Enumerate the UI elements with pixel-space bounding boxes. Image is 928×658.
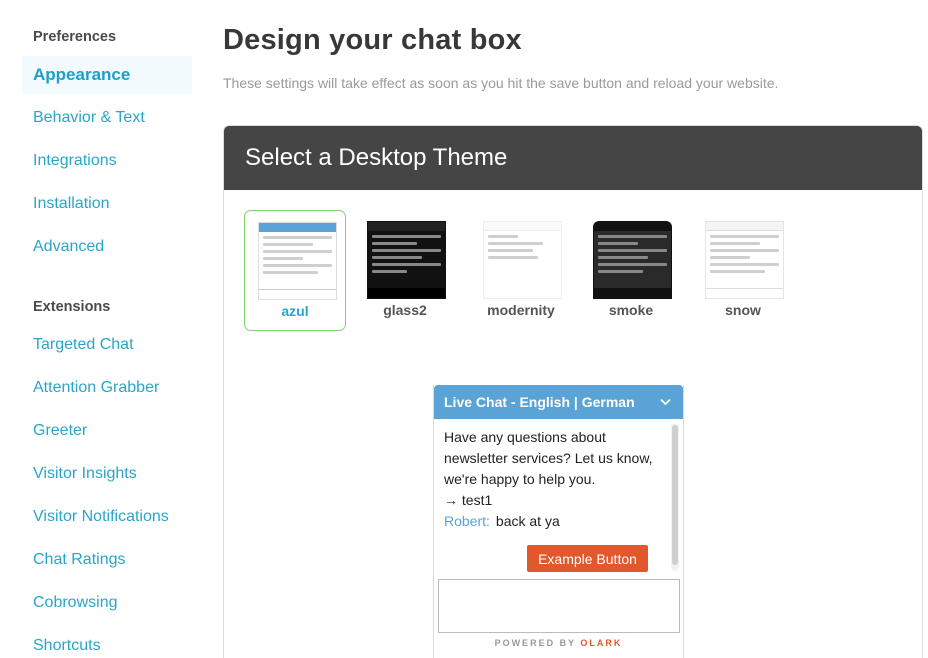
theme-thumbnail-snow bbox=[705, 221, 784, 299]
theme-label-smoke: smoke bbox=[608, 302, 654, 318]
theme-thumbnail-modernity bbox=[483, 221, 562, 299]
theme-panel: Select a Desktop Theme azul glass2 moder… bbox=[223, 125, 923, 658]
powered-by-olark: POWERED BY OLARK bbox=[434, 638, 683, 648]
sidebar-item-appearance[interactable]: Appearance bbox=[22, 56, 192, 94]
chat-scrollbar[interactable] bbox=[671, 423, 679, 571]
sidebar-item-cobrowsing[interactable]: Cobrowsing bbox=[33, 594, 117, 612]
theme-option-snow[interactable]: snow bbox=[692, 210, 794, 331]
sidebar-item-greeter[interactable]: Greeter bbox=[33, 422, 87, 440]
chat-header[interactable]: Live Chat - English | German bbox=[434, 385, 683, 419]
chat-message-visitor: → test1 bbox=[444, 492, 493, 508]
olark-brand: OLARK bbox=[580, 638, 623, 648]
powered-by-text: POWERED BY bbox=[494, 638, 576, 648]
chevron-down-icon[interactable] bbox=[660, 385, 671, 419]
chat-message-operator: Robert: back at ya bbox=[444, 511, 664, 532]
chat-message-welcome: Have any questions about newsletter serv… bbox=[444, 429, 653, 487]
sidebar: Preferences Appearance Behavior & Text I… bbox=[0, 0, 200, 658]
sidebar-item-installation[interactable]: Installation bbox=[33, 195, 110, 213]
theme-label-modernity: modernity bbox=[487, 302, 555, 318]
sidebar-item-integrations[interactable]: Integrations bbox=[33, 152, 117, 170]
theme-option-glass2[interactable]: glass2 bbox=[354, 210, 456, 331]
panel-title: Select a Desktop Theme bbox=[224, 126, 922, 190]
example-button[interactable]: Example Button bbox=[527, 545, 648, 572]
chat-operator-name: Robert: bbox=[444, 513, 490, 529]
sidebar-item-advanced[interactable]: Advanced bbox=[33, 238, 104, 256]
preferences-heading: Preferences bbox=[33, 29, 117, 45]
theme-label-glass2: glass2 bbox=[383, 302, 427, 318]
theme-option-smoke[interactable]: smoke bbox=[580, 210, 682, 331]
page-title: Design your chat box bbox=[223, 24, 522, 56]
chat-transcript: Have any questions about newsletter serv… bbox=[444, 427, 664, 532]
chat-preview: Live Chat - English | German Have any qu… bbox=[433, 385, 684, 658]
sidebar-item-visitor-insights[interactable]: Visitor Insights bbox=[33, 465, 137, 483]
chat-message-input[interactable] bbox=[438, 579, 680, 633]
theme-label-azul: azul bbox=[281, 303, 309, 319]
chat-header-title: Live Chat - English | German bbox=[444, 394, 635, 410]
sidebar-item-chat-ratings[interactable]: Chat Ratings bbox=[33, 551, 126, 569]
theme-thumbnail-azul bbox=[258, 222, 337, 300]
sidebar-item-behavior-text[interactable]: Behavior & Text bbox=[33, 109, 145, 127]
page-subtitle: These settings will take effect as soon … bbox=[223, 75, 779, 91]
sidebar-item-visitor-notifications[interactable]: Visitor Notifications bbox=[33, 508, 169, 526]
sidebar-item-attention-grabber[interactable]: Attention Grabber bbox=[33, 379, 159, 397]
theme-thumbnail-glass2 bbox=[367, 221, 446, 299]
theme-thumbnail-smoke bbox=[593, 221, 672, 299]
chat-scrollbar-thumb[interactable] bbox=[672, 425, 678, 565]
sidebar-item-targeted-chat[interactable]: Targeted Chat bbox=[33, 336, 134, 354]
chat-operator-text: back at ya bbox=[495, 513, 560, 529]
extensions-heading: Extensions bbox=[33, 299, 111, 315]
theme-option-azul[interactable]: azul bbox=[244, 210, 346, 331]
theme-label-snow: snow bbox=[725, 302, 761, 318]
sidebar-item-shortcuts[interactable]: Shortcuts bbox=[33, 637, 101, 655]
theme-option-modernity[interactable]: modernity bbox=[470, 210, 572, 331]
